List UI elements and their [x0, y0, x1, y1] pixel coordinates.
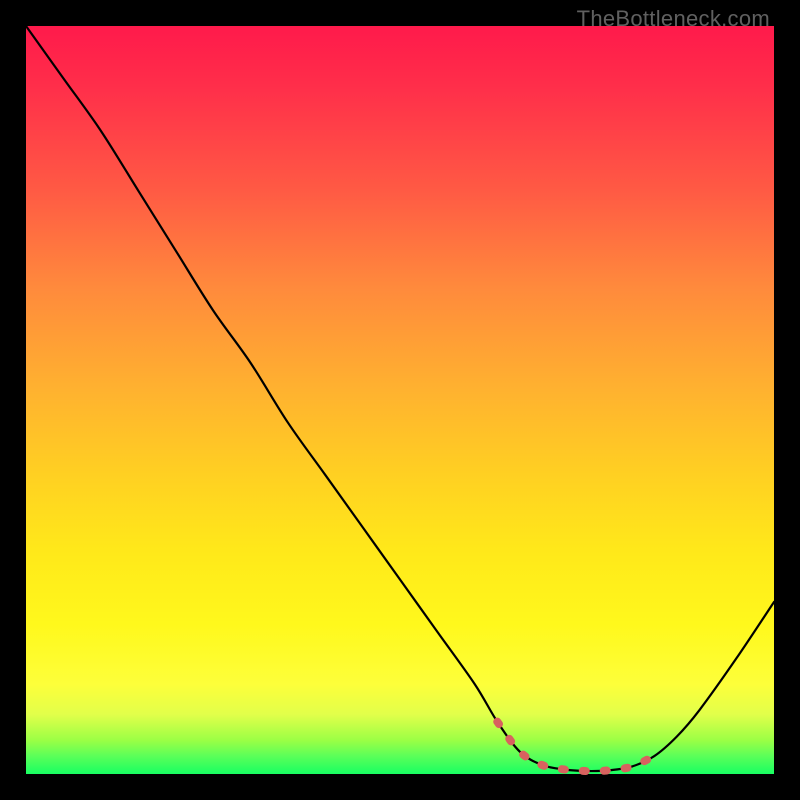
- bottleneck-curve: [26, 26, 774, 771]
- chart-curve-layer: [26, 26, 774, 774]
- optimal-region-markers: [497, 722, 654, 771]
- watermark-text: TheBottleneck.com: [577, 6, 770, 32]
